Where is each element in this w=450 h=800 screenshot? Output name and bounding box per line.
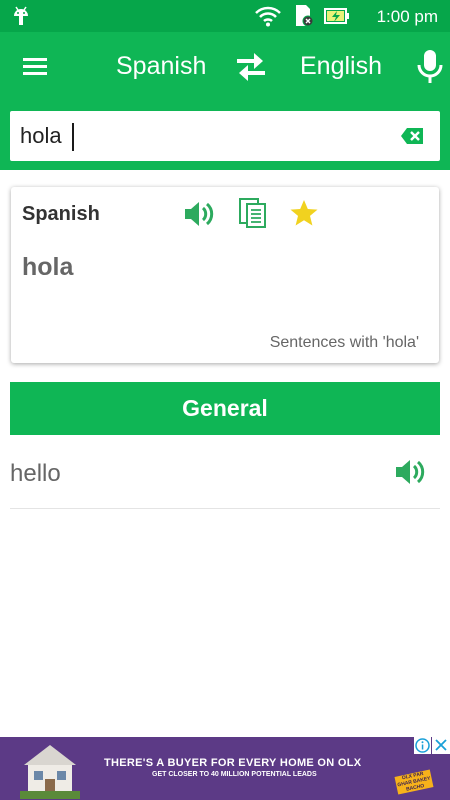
speaker-icon[interactable] — [394, 457, 428, 492]
search-area — [0, 102, 450, 170]
ad-headline: THERE'S A BUYER FOR EVERY HOME ON OLX — [104, 757, 362, 769]
target-language-selector[interactable]: English — [300, 52, 382, 81]
copy-icon[interactable] — [238, 197, 268, 234]
microphone-icon[interactable] — [416, 48, 444, 91]
list-item[interactable]: hello — [10, 436, 440, 509]
text-caret — [72, 123, 74, 151]
status-bar: 1:00 pm — [0, 0, 450, 32]
speaker-icon[interactable] — [183, 199, 217, 234]
source-word-card: Spanish hola Sentences with 'hola' — [11, 187, 439, 363]
ad-close-icon[interactable] — [432, 737, 450, 754]
sentences-link[interactable]: Sentences with 'hola' — [270, 334, 419, 352]
section-header-general: General — [10, 382, 440, 435]
source-language-selector[interactable]: Spanish — [116, 52, 206, 81]
house-image — [20, 739, 80, 800]
source-word: hola — [22, 253, 74, 281]
card-language-label: Spanish — [22, 203, 100, 225]
menu-icon[interactable] — [22, 54, 48, 80]
favorite-star-icon[interactable] — [289, 198, 319, 233]
toolbar: Spanish English — [0, 32, 450, 102]
translation-word: hello — [10, 460, 61, 487]
ad-banner[interactable]: THERE'S A BUYER FOR EVERY HOME ON OLX GE… — [0, 737, 450, 800]
ad-subline: GET CLOSER TO 40 MILLION POTENTIAL LEADS — [152, 771, 317, 778]
sd-card-icon — [292, 4, 314, 33]
search-box — [10, 111, 440, 161]
wifi-icon — [254, 5, 282, 32]
ad-badge: OLX PAR GHAR BAKEY BACHO — [394, 769, 434, 795]
android-icon — [12, 6, 30, 31]
search-input[interactable] — [20, 123, 380, 149]
clear-text-icon[interactable] — [400, 127, 424, 150]
battery-charging-icon — [324, 7, 350, 30]
swap-icon[interactable] — [234, 50, 268, 89]
clock: 1:00 pm — [376, 7, 438, 26]
ad-info-icon[interactable] — [414, 737, 431, 754]
